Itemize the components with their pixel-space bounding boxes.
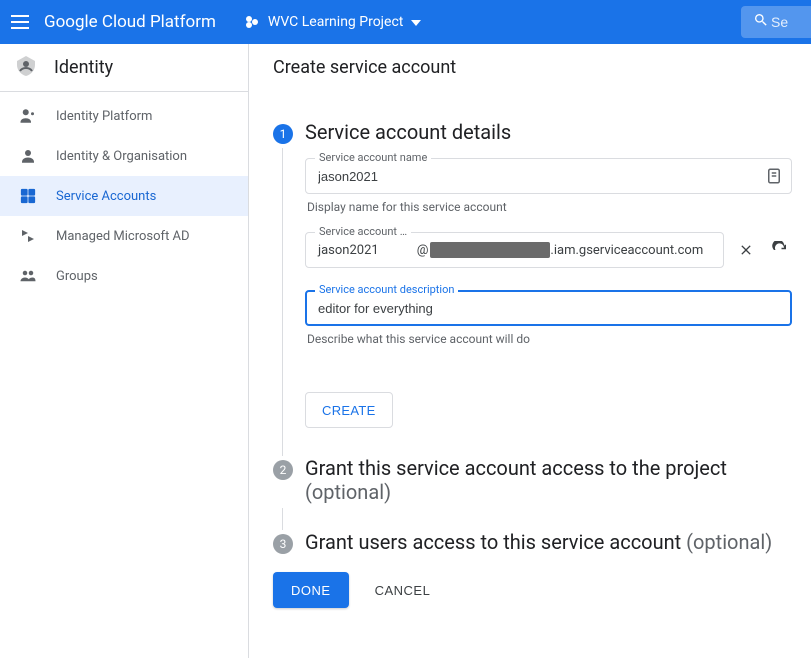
search-box[interactable] xyxy=(741,6,811,38)
cancel-button[interactable]: CANCEL xyxy=(369,582,437,599)
product-logo[interactable]: Google Cloud Platform xyxy=(44,12,216,32)
refresh-icon[interactable] xyxy=(768,238,792,262)
step-3-title: Grant users access to this service accou… xyxy=(305,530,772,554)
account-name-helper: Display name for this service account xyxy=(307,200,792,214)
sidebar-item-label: Service Accounts xyxy=(56,189,156,204)
ad-icon xyxy=(18,226,38,246)
sidebar-item-service-accounts[interactable]: Service Accounts xyxy=(0,176,248,216)
description-label: Service account description xyxy=(315,283,458,296)
account-id-at: @ xyxy=(417,243,429,258)
step-1-header: 1 Service account details xyxy=(273,120,811,144)
sidebar-item-label: Identity Platform xyxy=(56,109,152,124)
step-3-header[interactable]: 3 Grant users access to this service acc… xyxy=(273,530,811,554)
step-2-header[interactable]: 2 Grant this service account access to t… xyxy=(273,456,811,504)
done-button[interactable]: DONE xyxy=(273,572,349,608)
sidebar-item-label: Groups xyxy=(56,269,98,284)
account-id-field: Service account … jason2021 @ .iam.gserv… xyxy=(305,232,724,268)
description-helper: Describe what this service account will … xyxy=(307,332,792,346)
project-name: WVC Learning Project xyxy=(268,14,403,30)
account-name-label: Service account name xyxy=(315,151,431,164)
project-icon xyxy=(244,14,260,30)
sidebar-item-groups[interactable]: Groups xyxy=(0,256,248,296)
bottom-actions: DONE CANCEL xyxy=(273,572,811,608)
sidebar-item-identity-org[interactable]: Identity & Organisation xyxy=(0,136,248,176)
account-name-field: Service account name xyxy=(305,158,792,194)
sidebar-item-label: Identity & Organisation xyxy=(56,149,187,164)
main-content: Create service account 1 Service account… xyxy=(249,44,811,658)
chevron-down-icon xyxy=(411,14,421,30)
groups-icon xyxy=(18,266,38,286)
close-icon[interactable] xyxy=(734,238,758,262)
page-title: Create service account xyxy=(273,44,811,92)
step-1-body: Service account name Display name for th… xyxy=(282,148,792,456)
account-id-prefix: jason2021 xyxy=(318,243,379,258)
sidebar-item-identity-platform[interactable]: Identity Platform xyxy=(0,96,248,136)
redacted-project xyxy=(430,242,550,258)
description-field: Service account description xyxy=(305,290,792,326)
search-input[interactable] xyxy=(769,13,797,31)
sidebar-header: Identity xyxy=(0,44,248,92)
sidebar-title: Identity xyxy=(54,57,113,78)
sidebar: Identity Identity Platform Identity & Or… xyxy=(0,44,249,658)
step-2-body xyxy=(282,508,792,530)
account-id-label: Service account … xyxy=(315,225,411,238)
step-2-title: Grant this service account access to the… xyxy=(305,456,811,504)
service-account-icon xyxy=(18,186,38,206)
sidebar-item-managed-ad[interactable]: Managed Microsoft AD xyxy=(0,216,248,256)
step-2-badge: 2 xyxy=(273,460,293,480)
contacts-icon[interactable] xyxy=(764,166,784,186)
step-3-badge: 3 xyxy=(273,534,293,554)
identity-icon xyxy=(14,54,38,82)
platform-icon xyxy=(18,106,38,126)
step-1-title: Service account details xyxy=(305,120,511,144)
create-button[interactable]: CREATE xyxy=(305,392,393,428)
org-icon xyxy=(18,146,38,166)
account-id-suffix: .iam.gserviceaccount.com xyxy=(550,243,703,258)
project-selector[interactable]: WVC Learning Project xyxy=(236,10,429,34)
sidebar-item-label: Managed Microsoft AD xyxy=(56,229,190,244)
step-1-badge: 1 xyxy=(273,124,293,144)
menu-icon[interactable] xyxy=(8,10,32,34)
top-bar: Google Cloud Platform WVC Learning Proje… xyxy=(0,0,811,44)
search-icon xyxy=(753,12,769,32)
